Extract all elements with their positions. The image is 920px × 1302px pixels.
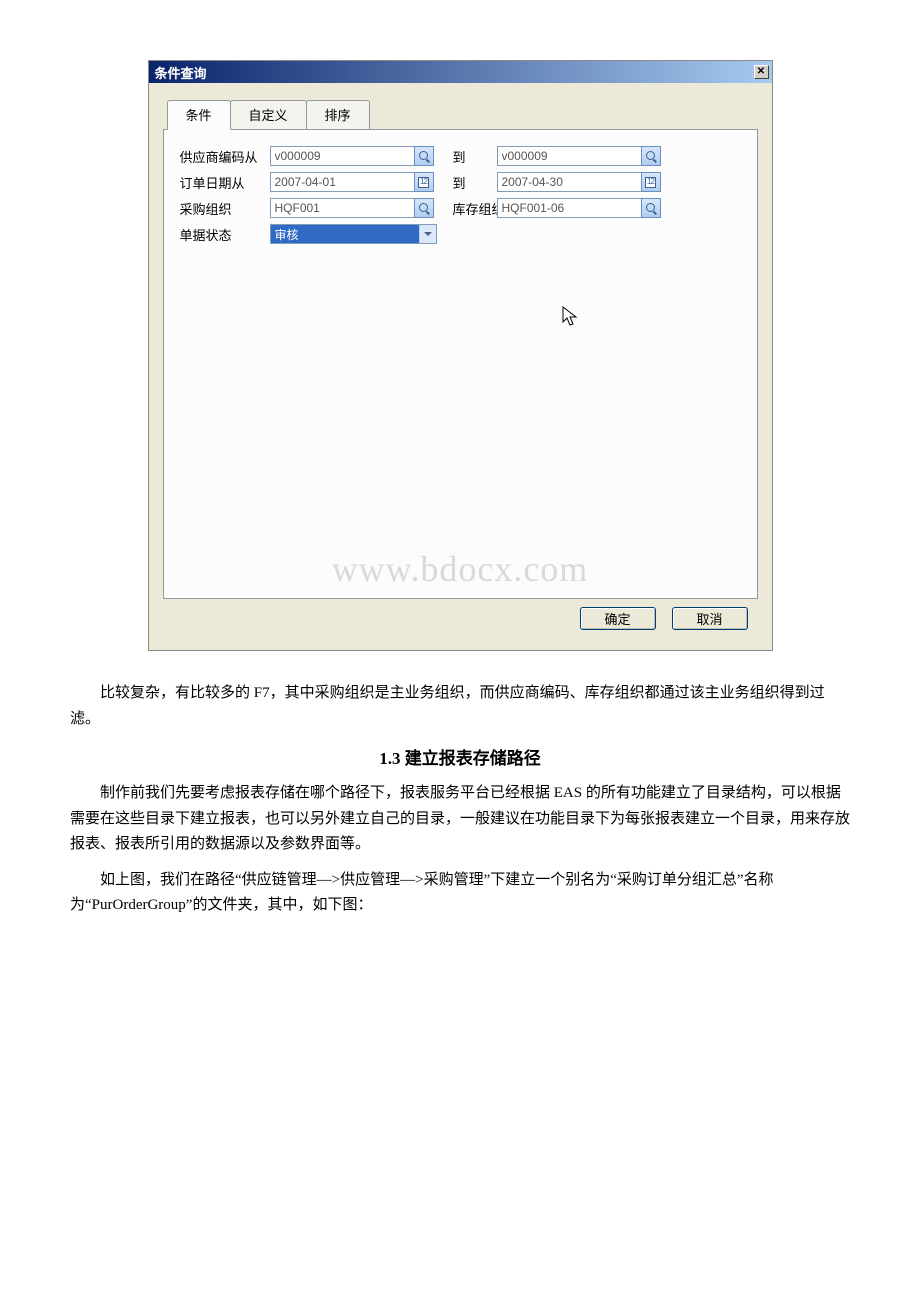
dialog-footer: 确定 取消 [163, 599, 758, 640]
order-date-to-input[interactable] [497, 172, 642, 192]
watermark-text: www.bdocx.com [332, 548, 589, 590]
tab-strip: 条件 自定义 排序 [167, 100, 758, 130]
supplier-from-input[interactable] [270, 146, 415, 166]
status-select[interactable]: 审核 [270, 224, 437, 244]
search-icon [419, 203, 429, 213]
paragraph: 比较复杂，有比较多的 F7，其中采购组织是主业务组织，而供应商编码、库存组织都通… [70, 681, 850, 732]
supplier-from-label: 供应商编码从 [180, 147, 270, 166]
stock-org-lookup-button[interactable] [641, 198, 661, 218]
stock-org-input[interactable] [497, 198, 642, 218]
purchase-org-input[interactable] [270, 198, 415, 218]
order-date-from-input[interactable] [270, 172, 415, 192]
tab-custom[interactable]: 自定义 [230, 100, 307, 130]
tab-sort[interactable]: 排序 [306, 100, 370, 130]
close-icon: ✕ [757, 67, 765, 77]
purchase-org-lookup-button[interactable] [414, 198, 434, 218]
order-date-from-calendar-button[interactable]: 12 [414, 172, 434, 192]
paragraph: 如上图，我们在路径“供应链管理—>供应管理—>采购管理”下建立一个别名为“采购订… [70, 868, 850, 919]
calendar-icon: 12 [645, 177, 656, 188]
status-value: 审核 [271, 225, 419, 243]
dialog-title: 条件查询 [155, 63, 207, 82]
close-button[interactable]: ✕ [754, 65, 769, 79]
tab-panel-condition: 供应商编码从 到 订单日期从 12 到 12 采购组织 库存组织 [163, 129, 758, 599]
filter-form: 供应商编码从 到 订单日期从 12 到 12 采购组织 库存组织 [180, 146, 741, 244]
order-date-from-label: 订单日期从 [180, 173, 270, 192]
supplier-to-input[interactable] [497, 146, 642, 166]
section-heading: 1.3 建立报表存储路径 [70, 744, 850, 769]
purchase-org-label: 采购组织 [180, 199, 270, 218]
dialog-body: 条件 自定义 排序 供应商编码从 到 订单日期从 12 到 1 [149, 83, 772, 650]
cursor-icon [562, 306, 580, 328]
cancel-button[interactable]: 取消 [672, 607, 748, 630]
calendar-icon: 12 [418, 177, 429, 188]
supplier-to-label: 到 [437, 147, 497, 166]
ok-button[interactable]: 确定 [580, 607, 656, 630]
dialog-titlebar: 条件查询 ✕ [149, 61, 772, 83]
paragraph: 制作前我们先要考虑报表存储在哪个路径下，报表服务平台已经根据 EAS 的所有功能… [70, 781, 850, 858]
query-dialog: 条件查询 ✕ 条件 自定义 排序 供应商编码从 到 订单日期从 [148, 60, 773, 651]
search-icon [646, 151, 656, 161]
document-body: 比较复杂，有比较多的 F7，其中采购组织是主业务组织，而供应商编码、库存组织都通… [70, 681, 850, 919]
status-label: 单据状态 [180, 225, 270, 244]
stock-org-label: 库存组织 [437, 199, 497, 218]
search-icon [419, 151, 429, 161]
search-icon [646, 203, 656, 213]
supplier-from-lookup-button[interactable] [414, 146, 434, 166]
order-date-to-calendar-button[interactable]: 12 [641, 172, 661, 192]
tab-condition[interactable]: 条件 [167, 100, 231, 130]
order-date-to-label: 到 [437, 173, 497, 192]
supplier-to-lookup-button[interactable] [641, 146, 661, 166]
chevron-down-icon [419, 225, 436, 243]
